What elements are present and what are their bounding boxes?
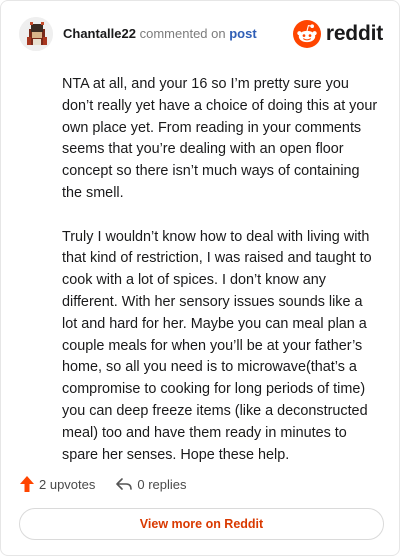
upvote-count: 2 upvotes: [39, 476, 96, 492]
upvote-button[interactable]: 2 upvotes: [19, 475, 95, 493]
comment-paragraph: Truly I wouldn’t know how to deal with l…: [62, 228, 372, 463]
comment-body: NTA at all, and your 16 so I’m pretty su…: [62, 74, 378, 488]
comment-paragraph: NTA at all, and your 16 so I’m pretty su…: [62, 76, 378, 201]
reddit-brand[interactable]: reddit: [292, 19, 383, 49]
reddit-wordmark: reddit: [325, 22, 383, 45]
comment-header: Chantalle22 commented on post reddit: [19, 17, 385, 53]
reply-count: 0 replies: [137, 476, 187, 492]
upvote-arrow-icon: [20, 476, 34, 492]
avatar[interactable]: [19, 17, 53, 51]
reddit-logo-icon: [292, 20, 321, 48]
post-link[interactable]: post: [229, 26, 256, 41]
comment-actions: 2 upvotes 0 replies: [19, 473, 187, 495]
comment-card: Chantalle22 commented on post reddit NTA…: [0, 0, 400, 556]
byline-verb: commented on: [139, 26, 226, 41]
byline: Chantalle22 commented on post: [63, 26, 257, 41]
replies-button[interactable]: 0 replies: [115, 476, 187, 492]
reply-arrow-icon: [116, 478, 133, 490]
username[interactable]: Chantalle22: [63, 26, 136, 41]
view-more-button[interactable]: View more on Reddit: [19, 508, 384, 540]
